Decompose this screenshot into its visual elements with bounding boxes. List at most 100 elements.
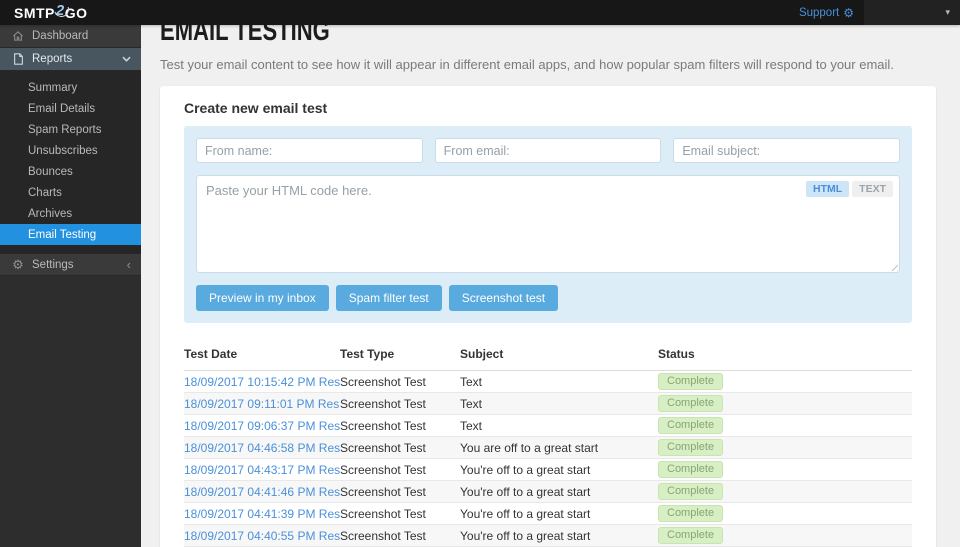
sidebar-item-label: Spam Reports — [28, 123, 102, 136]
sidebar-item-archives[interactable]: Archives — [0, 203, 141, 224]
results-link-label: Results — [318, 462, 340, 477]
subject-cell: Text — [460, 374, 483, 389]
sidebar-item-label: Email Testing — [28, 228, 97, 241]
status-badge: Complete — [658, 527, 724, 544]
test-date: 18/09/2017 04:43:17 PM — [184, 462, 316, 477]
create-test-form: HTML TEXT Preview in my inbox Spam filte… — [184, 126, 912, 323]
status-badge: Complete — [658, 439, 724, 456]
top-navbar: SMTP 2 GO Support ⚙ ▾ — [0, 0, 960, 25]
reports-submenu: Summary Email Details Spam Reports Unsub… — [0, 71, 141, 253]
test-date: 18/09/2017 09:06:37 PM — [184, 418, 316, 433]
subject-cell: You are off to a great start — [460, 440, 599, 455]
sidebar-item-dashboard[interactable]: Dashboard — [0, 25, 141, 48]
email-subject-input[interactable] — [673, 138, 901, 163]
test-date-results-link[interactable]: 18/09/2017 04:46:58 PM Results — [184, 441, 340, 455]
sidebar-item-summary[interactable]: Summary — [0, 77, 141, 98]
chevron-down-icon — [122, 56, 131, 62]
chevron-down-icon: ▾ — [945, 7, 950, 17]
test-date: 18/09/2017 04:41:39 PM — [184, 506, 316, 521]
sidebar-item-label: Unsubscribes — [28, 144, 98, 157]
spam-filter-test-button[interactable]: Spam filter test — [335, 285, 442, 311]
status-badge: Complete — [658, 461, 724, 478]
logo-two: 2 — [55, 2, 65, 19]
page-subtitle: Test your email content to see how it wi… — [160, 57, 894, 72]
test-date-results-link[interactable]: 18/09/2017 04:43:17 PM Results — [184, 463, 340, 477]
test-type-cell: Screenshot Test — [340, 484, 426, 499]
smtp2go-logo[interactable]: SMTP 2 GO — [0, 2, 88, 21]
test-type-cell: Screenshot Test — [340, 440, 426, 455]
sidebar: Dashboard Reports Summary Email Details … — [0, 25, 141, 547]
subject-cell: Text — [460, 396, 483, 411]
logo-text-pre: SMTP — [14, 4, 55, 21]
text-mode-button[interactable]: TEXT — [852, 181, 893, 197]
account-dropdown[interactable]: ▾ — [864, 0, 960, 25]
from-email-input[interactable] — [434, 138, 662, 163]
sidebar-item-email-details[interactable]: Email Details — [0, 98, 141, 119]
test-date: 18/09/2017 10:15:42 PM — [184, 374, 316, 389]
results-link-label: Results — [317, 396, 340, 411]
status-badge: Complete — [658, 417, 724, 434]
test-date: 18/09/2017 09:11:01 PM — [184, 396, 315, 411]
test-date-results-link[interactable]: 18/09/2017 09:06:37 PM Results — [184, 419, 340, 433]
table-row: 18/09/2017 04:43:17 PM Results Screensho… — [184, 459, 912, 481]
test-date-results-link[interactable]: 18/09/2017 04:41:46 PM Results — [184, 485, 340, 499]
subject-cell: You're off to a great start — [460, 528, 591, 543]
col-subject: Subject — [460, 347, 504, 361]
sidebar-item-label: Settings — [32, 258, 74, 271]
sidebar-item-label: Summary — [28, 81, 78, 94]
chevron-left-icon: ‹ — [126, 257, 131, 272]
table-row: 18/09/2017 04:40:55 PM Results Screensho… — [184, 525, 912, 547]
test-date-results-link[interactable]: 18/09/2017 04:40:55 PM Results — [184, 529, 340, 543]
table-row: 18/09/2017 10:15:42 PM Results Screensho… — [184, 371, 912, 393]
results-link-label: Results — [318, 528, 340, 543]
create-test-title: Create new email test — [184, 100, 328, 116]
sidebar-item-unsubscribes[interactable]: Unsubscribes — [0, 140, 141, 161]
test-date: 18/09/2017 04:46:58 PM — [184, 440, 316, 455]
sidebar-item-label: Bounces — [28, 165, 73, 178]
support-link[interactable]: Support ⚙ — [799, 7, 854, 19]
sidebar-item-bounces[interactable]: Bounces — [0, 161, 141, 182]
email-test-card: Create new email test HTML TEXT Preview … — [160, 86, 936, 547]
col-test-type: Test Type — [340, 347, 395, 361]
test-type-cell: Screenshot Test — [340, 462, 426, 477]
sidebar-item-label: Reports — [32, 53, 73, 65]
subject-cell: You're off to a great start — [460, 462, 591, 477]
table-row: 18/09/2017 04:41:46 PM Results Screensho… — [184, 481, 912, 503]
support-label: Support — [798, 6, 840, 19]
subject-cell: Text — [460, 418, 483, 433]
sidebar-item-label: Charts — [28, 186, 62, 199]
status-badge: Complete — [658, 483, 724, 500]
results-link-label: Results — [318, 506, 340, 521]
support-gear-icon: ⚙ — [843, 5, 854, 20]
html-code-textarea[interactable] — [196, 175, 900, 273]
test-date-results-link[interactable]: 18/09/2017 09:11:01 PM Results — [184, 397, 340, 411]
sidebar-item-email-testing[interactable]: Email Testing — [0, 224, 141, 245]
subject-cell: You're off to a great start — [460, 484, 591, 499]
sidebar-item-label: Archives — [28, 207, 73, 220]
table-row: 18/09/2017 09:11:01 PM Results Screensho… — [184, 393, 912, 415]
from-name-input[interactable] — [196, 138, 423, 163]
test-results-table: Test Date Test Type Subject Status 18/09… — [184, 343, 912, 547]
screenshot-test-button[interactable]: Screenshot test — [448, 285, 559, 311]
sidebar-item-label: Dashboard — [32, 30, 89, 42]
preview-inbox-button[interactable]: Preview in my inbox — [196, 285, 329, 311]
table-header-row: Test Date Test Type Subject Status — [184, 343, 912, 371]
test-date: 18/09/2017 04:41:46 PM — [184, 484, 316, 499]
test-date-results-link[interactable]: 18/09/2017 10:15:42 PM Results — [184, 375, 340, 389]
html-mode-button[interactable]: HTML — [805, 181, 850, 197]
sidebar-item-spam-reports[interactable]: Spam Reports — [0, 119, 141, 140]
results-link-label: Results — [318, 374, 340, 389]
sidebar-item-reports[interactable]: Reports — [0, 48, 141, 71]
subject-cell: You're off to a great start — [460, 506, 591, 521]
table-row: 18/09/2017 09:06:37 PM Results Screensho… — [184, 415, 912, 437]
table-row: 18/09/2017 04:46:58 PM Results Screensho… — [184, 437, 912, 459]
home-icon — [12, 30, 24, 42]
editor-mode-toggle: HTML TEXT — [805, 181, 893, 197]
col-test-date: Test Date — [184, 347, 238, 361]
results-link-label: Results — [318, 484, 340, 499]
sidebar-item-settings[interactable]: ⚙ Settings ‹ — [0, 253, 141, 276]
sidebar-item-charts[interactable]: Charts — [0, 182, 141, 203]
test-type-cell: Screenshot Test — [340, 396, 426, 411]
test-date-results-link[interactable]: 18/09/2017 04:41:39 PM Results — [184, 507, 340, 521]
results-link-label: Results — [318, 440, 340, 455]
